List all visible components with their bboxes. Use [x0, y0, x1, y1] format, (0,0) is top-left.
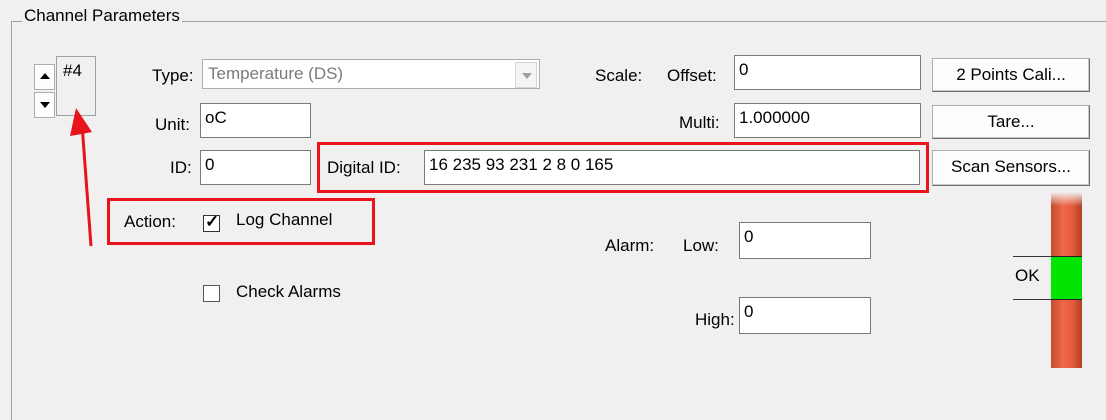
annotation-arrow-icon — [70, 108, 93, 247]
